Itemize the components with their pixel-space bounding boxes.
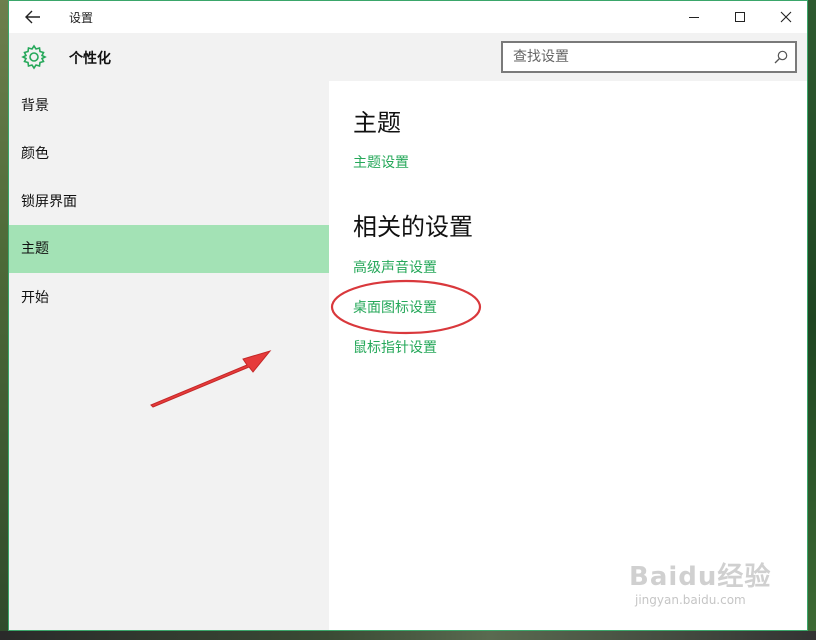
search-input[interactable]	[503, 43, 763, 71]
advanced-sound-settings-link[interactable]: 高级声音设置	[353, 257, 437, 277]
sidebar: 背景 颜色 锁屏界面 主题 开始	[9, 81, 329, 630]
page-header: 个性化	[9, 33, 807, 81]
watermark-logo: Baidu经验	[629, 562, 772, 592]
sidebar-item-themes[interactable]: 主题	[9, 225, 329, 273]
sidebar-item-label: 锁屏界面	[21, 194, 77, 210]
sidebar-item-label: 背景	[21, 98, 49, 114]
title-bar: 设置	[9, 1, 807, 33]
theme-heading: 主题	[353, 109, 401, 137]
back-arrow-icon	[25, 10, 40, 24]
content-pane: 主题 主题设置 相关的设置 高级声音设置 桌面图标设置 鼠标指针设置	[329, 81, 807, 630]
watermark-url: jingyan.baidu.com	[635, 593, 746, 607]
sidebar-item-label: 主题	[21, 241, 49, 257]
minimize-icon	[689, 17, 699, 18]
gear-icon	[21, 44, 47, 70]
desktop-background-right	[808, 0, 816, 640]
desktop-background-left	[0, 0, 8, 640]
desktop-icon-settings-link[interactable]: 桌面图标设置	[353, 297, 437, 317]
sidebar-item-label: 颜色	[21, 146, 49, 162]
theme-settings-link[interactable]: 主题设置	[353, 152, 409, 172]
sidebar-item-start[interactable]: 开始	[9, 281, 329, 315]
back-button[interactable]	[21, 5, 45, 29]
related-settings-heading: 相关的设置	[353, 213, 473, 241]
sidebar-item-colors[interactable]: 颜色	[9, 137, 329, 171]
watermark: Baidu经验 jingyan.baidu.com	[629, 556, 771, 607]
search-box[interactable]	[501, 41, 797, 73]
sidebar-item-background[interactable]: 背景	[9, 89, 329, 123]
settings-window: 设置 个性化 查找设置 背景 颜色 锁屏界面 主题 开始 主题 主题设置 相关的…	[8, 0, 808, 631]
taskbar-strip	[0, 631, 816, 640]
close-button[interactable]	[763, 1, 807, 33]
sidebar-item-lock-screen[interactable]: 锁屏界面	[9, 185, 329, 219]
mouse-pointer-settings-link[interactable]: 鼠标指针设置	[353, 337, 437, 357]
close-icon	[780, 11, 792, 23]
page-title: 个性化	[69, 51, 111, 67]
window-title: 设置	[69, 11, 94, 25]
maximize-icon	[735, 12, 745, 22]
search-icon[interactable]	[773, 49, 789, 65]
window-controls	[671, 1, 807, 33]
sidebar-item-label: 开始	[21, 290, 49, 306]
maximize-button[interactable]	[717, 1, 763, 33]
minimize-button[interactable]	[671, 1, 717, 33]
